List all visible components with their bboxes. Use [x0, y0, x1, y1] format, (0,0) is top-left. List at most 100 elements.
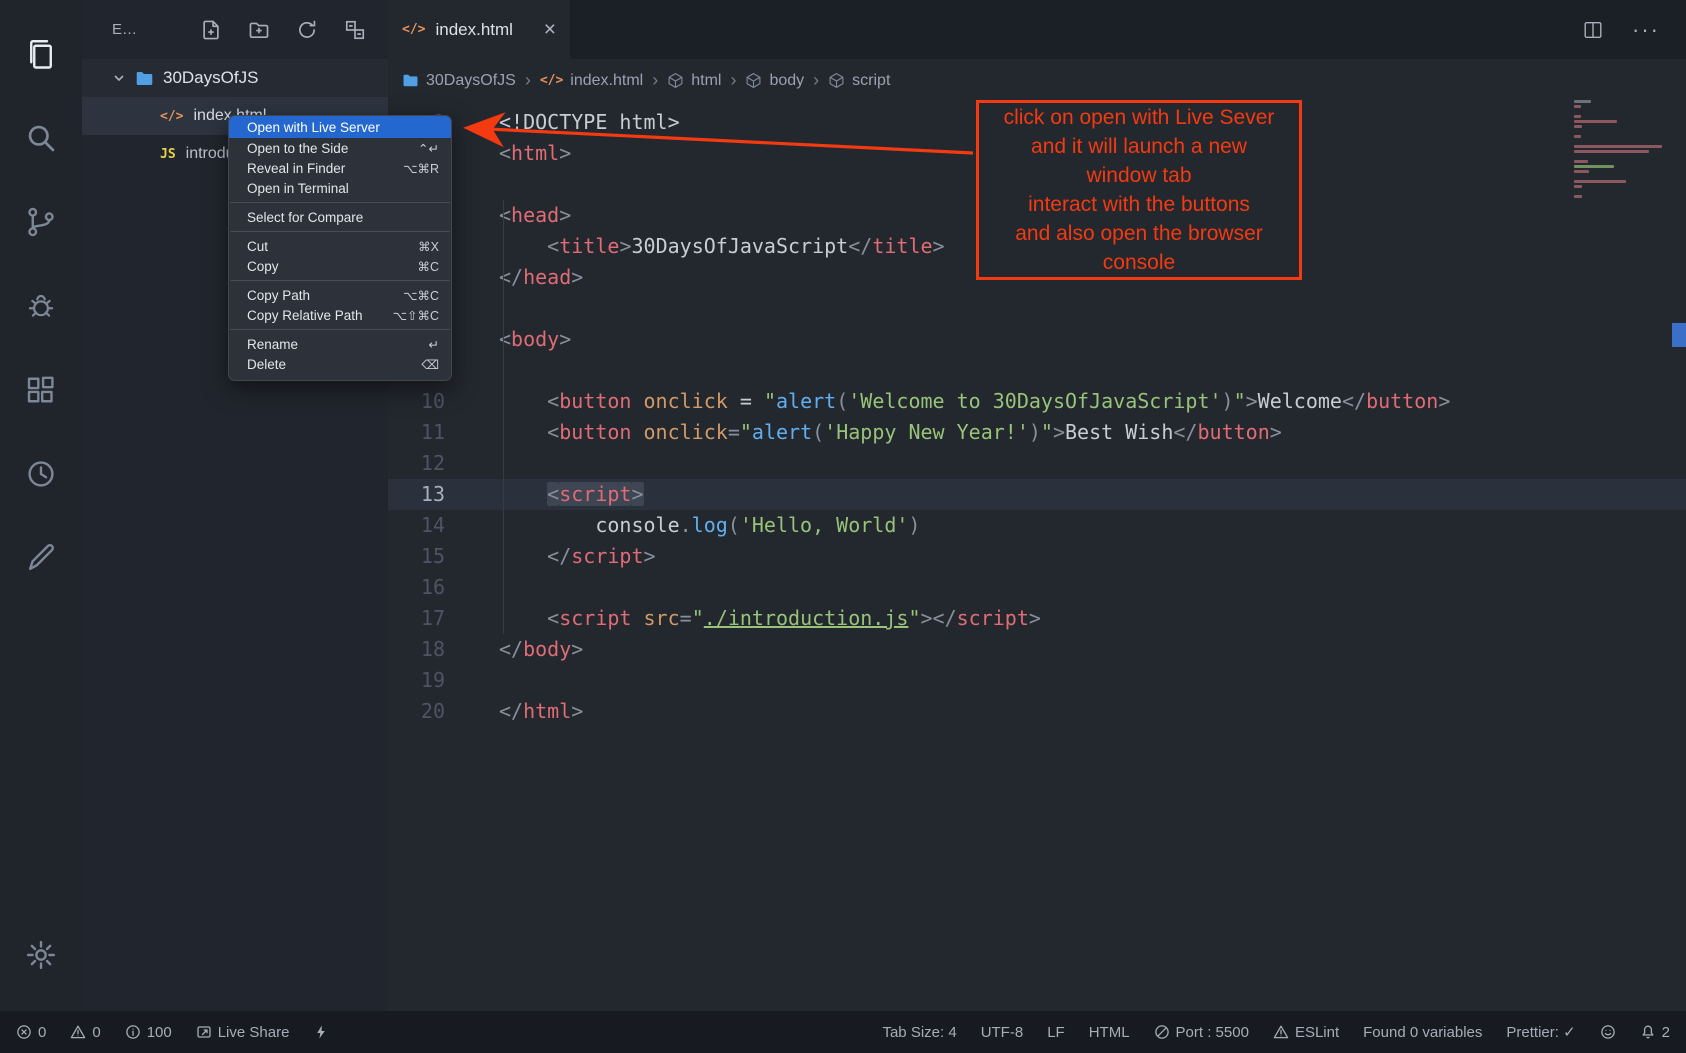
line-number[interactable]: 16 — [388, 572, 457, 603]
code-text[interactable] — [457, 169, 499, 200]
breadcrumb-item-html[interactable]: html — [667, 72, 721, 90]
code-line[interactable]: 17 <script src="./introduction.js"></scr… — [388, 603, 1686, 634]
code-text[interactable]: <title>30DaysOfJavaScript</title> — [457, 231, 945, 262]
code-text[interactable]: <button onclick = "alert('Welcome to 30D… — [457, 386, 1450, 417]
html-file-icon: </> — [402, 22, 425, 37]
code-text[interactable]: <head> — [457, 200, 571, 231]
status-live-share[interactable]: Live Share — [196, 1024, 290, 1041]
menu-item-delete[interactable]: Delete⌫ — [229, 354, 451, 374]
breadcrumb-item-script[interactable]: script — [828, 72, 890, 90]
code-text[interactable]: </script> — [457, 541, 656, 572]
menu-item-open-with-live-server[interactable]: Open with Live Server — [229, 116, 451, 138]
tab-index-html[interactable]: </> index.html × — [388, 0, 570, 59]
code-text[interactable] — [457, 665, 499, 696]
code-text[interactable] — [457, 355, 499, 386]
code-line[interactable]: 13 <script> — [388, 479, 1686, 510]
status-0[interactable]: 0 — [70, 1024, 100, 1041]
files-icon[interactable] — [0, 12, 82, 96]
code-text[interactable]: </body> — [457, 634, 583, 665]
code-text[interactable] — [457, 293, 499, 324]
code-line[interactable]: 14 console.log('Hello, World') — [388, 510, 1686, 541]
split-editor-icon[interactable] — [1582, 19, 1604, 41]
line-number[interactable]: 11 — [388, 417, 457, 448]
line-number[interactable]: 14 — [388, 510, 457, 541]
symbol-icon — [667, 72, 684, 89]
settings-gear-icon[interactable] — [0, 913, 82, 997]
status-0[interactable]: 0 — [16, 1024, 46, 1041]
status-prettier[interactable]: Prettier: ✓ — [1506, 1023, 1575, 1041]
menu-item-open-to-the-side[interactable]: Open to the Side⌃↵ — [229, 138, 451, 158]
status-port-5500[interactable]: Port : 5500 — [1154, 1024, 1249, 1041]
line-number[interactable]: 18 — [388, 634, 457, 665]
line-number[interactable]: 15 — [388, 541, 457, 572]
tree-root-folder[interactable]: 30DaysOfJS — [82, 59, 388, 97]
new-file-icon[interactable] — [200, 19, 222, 41]
code-line[interactable]: 18</body> — [388, 634, 1686, 665]
warning-icon — [70, 1024, 86, 1040]
code-line[interactable]: 11 <button onclick="alert('Happy New Yea… — [388, 417, 1686, 448]
status-100[interactable]: 100 — [125, 1024, 172, 1041]
code-text[interactable]: <script> — [457, 479, 644, 510]
line-number[interactable]: 19 — [388, 665, 457, 696]
menu-item-copy-path[interactable]: Copy Path⌥⌘C — [229, 285, 451, 305]
code-text[interactable]: <body> — [457, 324, 571, 355]
menu-item-open-in-terminal[interactable]: Open in Terminal — [229, 178, 451, 198]
line-number[interactable]: 13 — [388, 479, 457, 510]
code-text[interactable]: </head> — [457, 262, 583, 293]
breadcrumb-item-body[interactable]: body — [745, 72, 804, 90]
breadcrumb-item-folder[interactable]: 30DaysOfJS — [402, 72, 516, 90]
line-number[interactable]: 20 — [388, 696, 457, 727]
code-line[interactable]: 15 </script> — [388, 541, 1686, 572]
status-utf-8[interactable]: UTF-8 — [981, 1024, 1024, 1041]
status-found-0-variables[interactable]: Found 0 variables — [1363, 1024, 1482, 1041]
line-number[interactable]: 10 — [388, 386, 457, 417]
status-tab-size-4[interactable]: Tab Size: 4 — [882, 1024, 956, 1041]
code-text[interactable]: <button onclick="alert('Happy New Year!'… — [457, 417, 1282, 448]
menu-item-reveal-in-finder[interactable]: Reveal in Finder⌥⌘R — [229, 158, 451, 178]
code-line[interactable]: 7 — [388, 293, 1686, 324]
folder-icon — [402, 72, 419, 89]
code-text[interactable]: <html> — [457, 138, 571, 169]
status-lf[interactable]: LF — [1047, 1024, 1065, 1041]
source-control-icon[interactable] — [0, 180, 82, 264]
search-icon[interactable] — [0, 96, 82, 180]
code-text[interactable]: </html> — [457, 696, 583, 727]
code-line[interactable]: 19 — [388, 665, 1686, 696]
menu-item-copy-relative-path[interactable]: Copy Relative Path⌥⇧⌘C — [229, 305, 451, 325]
code-text[interactable] — [457, 448, 499, 479]
code-line[interactable]: 16 — [388, 572, 1686, 603]
code-line[interactable]: 10 <button onclick = "alert('Welcome to … — [388, 386, 1686, 417]
line-number[interactable]: 12 — [388, 448, 457, 479]
code-line[interactable]: 8<body> — [388, 324, 1686, 355]
status-eslint[interactable]: ESLint — [1273, 1024, 1339, 1041]
status-smiley[interactable] — [1600, 1024, 1616, 1040]
status-2[interactable]: 2 — [1640, 1024, 1670, 1041]
line-number[interactable]: 17 — [388, 603, 457, 634]
code-line[interactable]: 9 — [388, 355, 1686, 386]
menu-item-rename[interactable]: Rename↵ — [229, 334, 451, 354]
code-text[interactable]: <script src="./introduction.js"></script… — [457, 603, 1041, 634]
code-line[interactable]: 12 — [388, 448, 1686, 479]
menu-item-copy[interactable]: Copy⌘C — [229, 256, 451, 276]
pen-icon[interactable] — [0, 516, 82, 600]
extensions-icon[interactable] — [0, 348, 82, 432]
refresh-explorer-icon[interactable] — [296, 19, 318, 41]
menu-item-cut[interactable]: Cut⌘X — [229, 236, 451, 256]
breadcrumb-item-file[interactable]: </> index.html — [540, 72, 643, 90]
clock-icon[interactable] — [0, 432, 82, 516]
close-tab-icon[interactable]: × — [544, 19, 556, 40]
collapse-folders-icon[interactable] — [344, 19, 366, 41]
explorer-header: E… — [82, 0, 388, 59]
code-text[interactable]: <!DOCTYPE html> — [457, 107, 680, 138]
new-folder-icon[interactable] — [248, 19, 270, 41]
code-text[interactable] — [457, 572, 499, 603]
menu-item-shortcut: ⌥⇧⌘C — [393, 308, 439, 323]
minimap[interactable] — [1574, 100, 1666, 200]
more-actions-icon[interactable]: ··· — [1632, 17, 1660, 43]
status-html[interactable]: HTML — [1089, 1024, 1130, 1041]
menu-item-select-for-compare[interactable]: Select for Compare — [229, 207, 451, 227]
debug-icon[interactable] — [0, 264, 82, 348]
code-text[interactable]: console.log('Hello, World') — [457, 510, 920, 541]
code-line[interactable]: 20</html> — [388, 696, 1686, 727]
status-zap[interactable] — [313, 1024, 329, 1040]
